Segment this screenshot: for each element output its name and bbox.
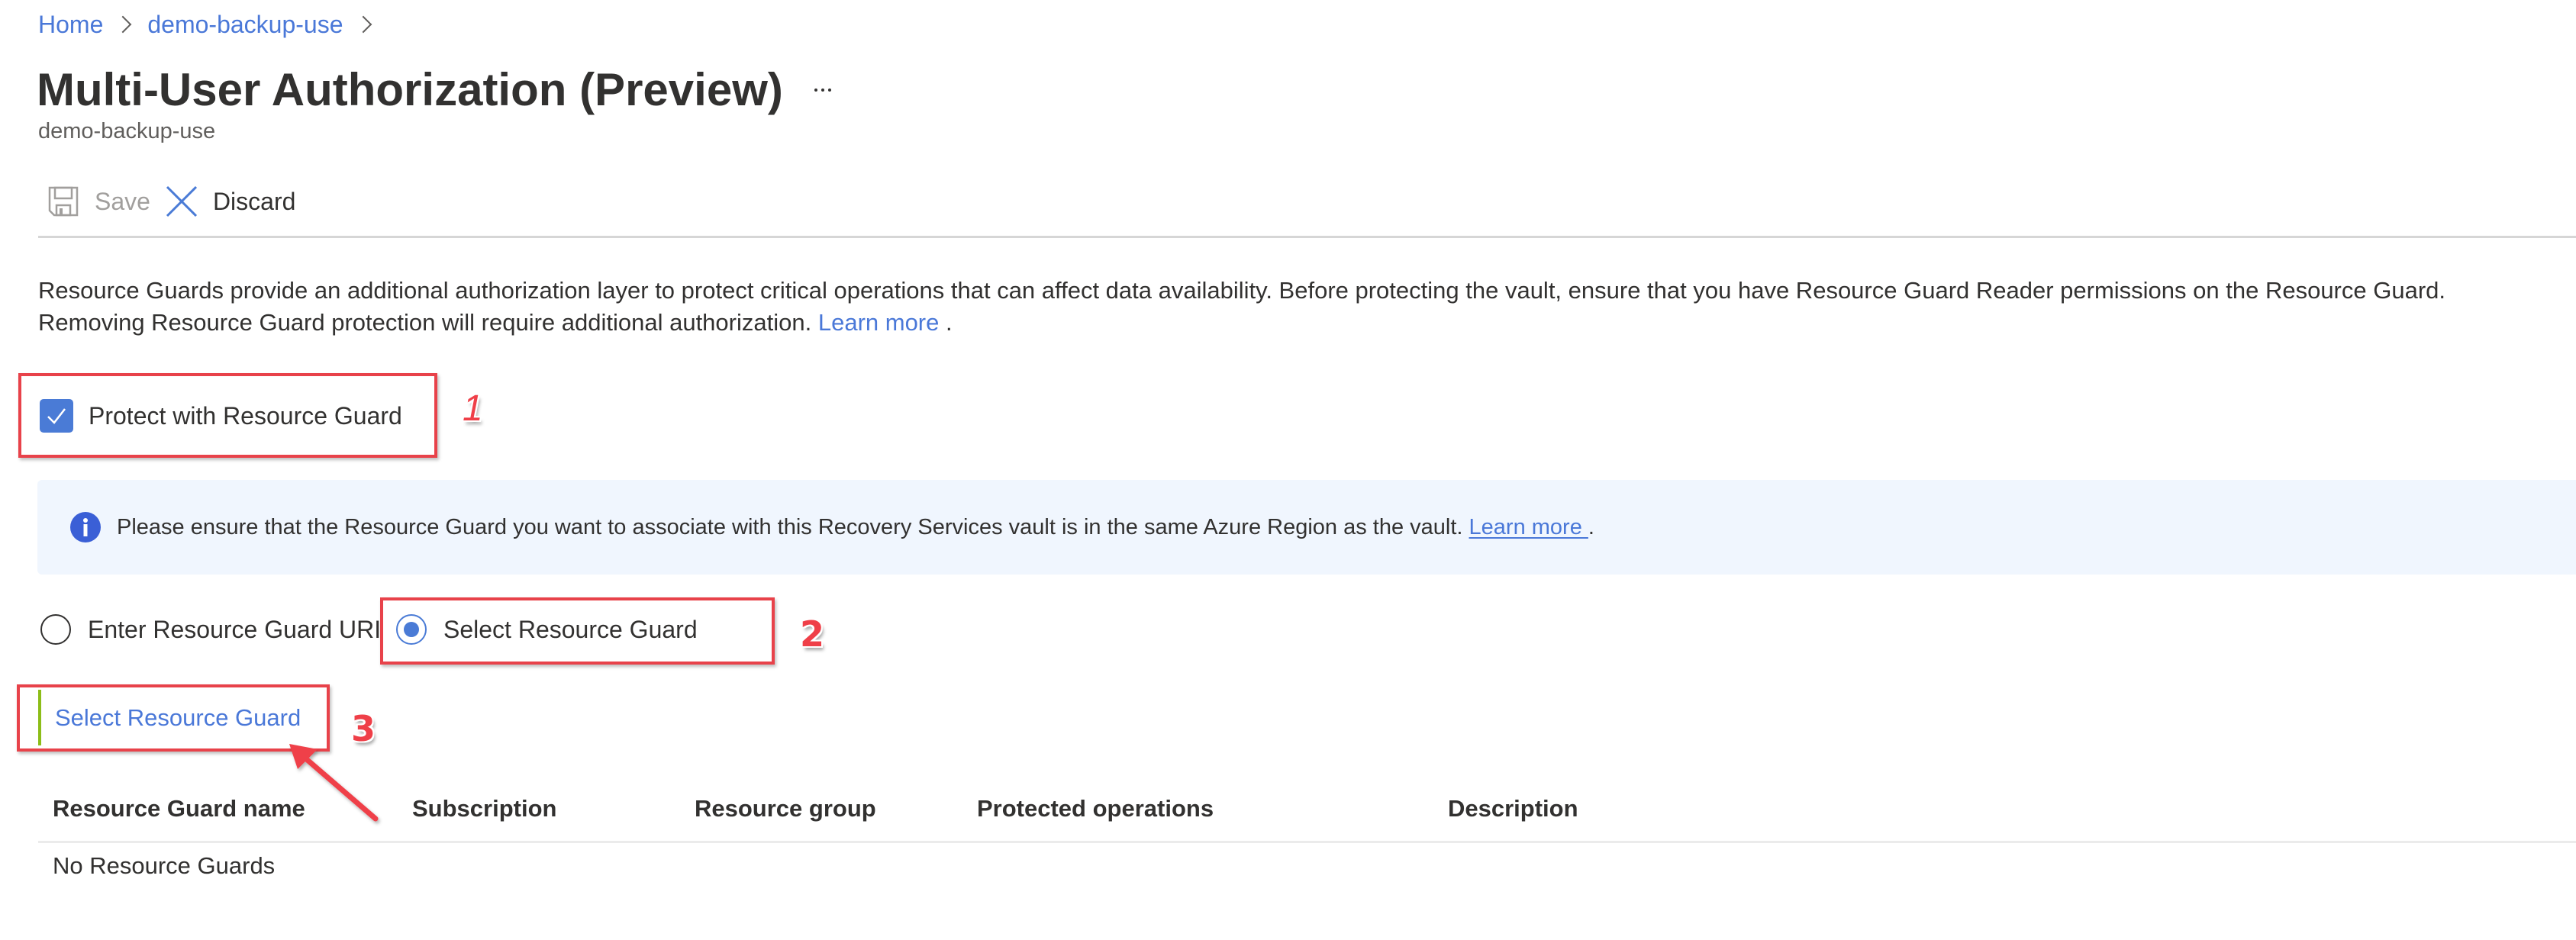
save-button[interactable]: Save (47, 185, 150, 217)
more-options-button[interactable] (808, 76, 838, 104)
breadcrumb-home[interactable]: Home (38, 11, 103, 39)
table-header: Resource Guard name Subscription Resourc… (38, 786, 2576, 843)
close-icon (166, 185, 197, 217)
description-body: Resource Guards provide an additional au… (38, 277, 2446, 336)
checkbox-label: Protect with Resource Guard (89, 401, 402, 430)
radio-selected[interactable] (396, 614, 427, 645)
description-text: Resource Guards provide an additional au… (38, 275, 2557, 339)
annotation-step-3: 3 (351, 708, 376, 749)
column-header-subscription[interactable]: Subscription (412, 795, 556, 822)
select-resource-guard-field: Select Resource Guard (38, 690, 301, 745)
table-empty-message: No Resource Guards (53, 852, 276, 879)
column-header-name[interactable]: Resource Guard name (53, 795, 305, 822)
ellipsis-icon (814, 89, 817, 92)
chevron-right-icon (114, 15, 132, 34)
ellipsis-dot (821, 89, 824, 92)
ellipsis-dot (828, 89, 831, 92)
info-icon (70, 512, 101, 542)
radio-label-enter-uri: Enter Resource Guard URI (88, 615, 382, 643)
breadcrumb: Home demo-backup-use (38, 8, 388, 41)
radio-enter-uri[interactable]: Enter Resource Guard URI (40, 613, 381, 646)
info-banner-text: Please ensure that the Resource Guard yo… (117, 515, 1594, 540)
save-label: Save (95, 187, 150, 215)
info-banner: Please ensure that the Resource Guard yo… (37, 480, 2576, 575)
chevron-right-icon (354, 15, 372, 34)
toolbar-divider (38, 236, 2576, 238)
breadcrumb-vault[interactable]: demo-backup-use (147, 11, 343, 39)
info-learn-more-link[interactable]: Learn more (1469, 515, 1588, 539)
radio-unselected[interactable] (40, 614, 71, 645)
column-header-protected-operations[interactable]: Protected operations (977, 795, 1214, 822)
column-header-resource-group[interactable]: Resource group (695, 795, 876, 822)
discard-label: Discard (212, 187, 296, 215)
save-icon (48, 186, 79, 217)
annotation-step-2: 2 (800, 613, 825, 655)
radio-label-select-guard: Select Resource Guard (443, 615, 698, 643)
column-header-description[interactable]: Description (1448, 795, 1578, 822)
page-title: Multi-User Authorization (Preview) (37, 64, 783, 115)
checkmark-icon (47, 408, 66, 424)
info-banner-message: Please ensure that the Resource Guard yo… (117, 514, 1469, 539)
radio-dot (404, 622, 419, 637)
page-subtitle: demo-backup-use (38, 119, 216, 143)
description-suffix: . (939, 309, 953, 336)
learn-more-link[interactable]: Learn more (818, 309, 940, 336)
info-banner-suffix: . (1588, 514, 1594, 539)
protect-with-resource-guard-checkbox[interactable]: Protect with Resource Guard (40, 399, 402, 433)
annotation-step-1: 1 (463, 388, 483, 429)
discard-button[interactable]: Discard (166, 185, 295, 217)
checkbox-checked[interactable] (40, 399, 73, 433)
radio-select-guard[interactable]: Select Resource Guard (396, 613, 698, 646)
command-bar: Save Discard (47, 180, 311, 223)
select-resource-guard-link[interactable]: Select Resource Guard (55, 704, 301, 732)
